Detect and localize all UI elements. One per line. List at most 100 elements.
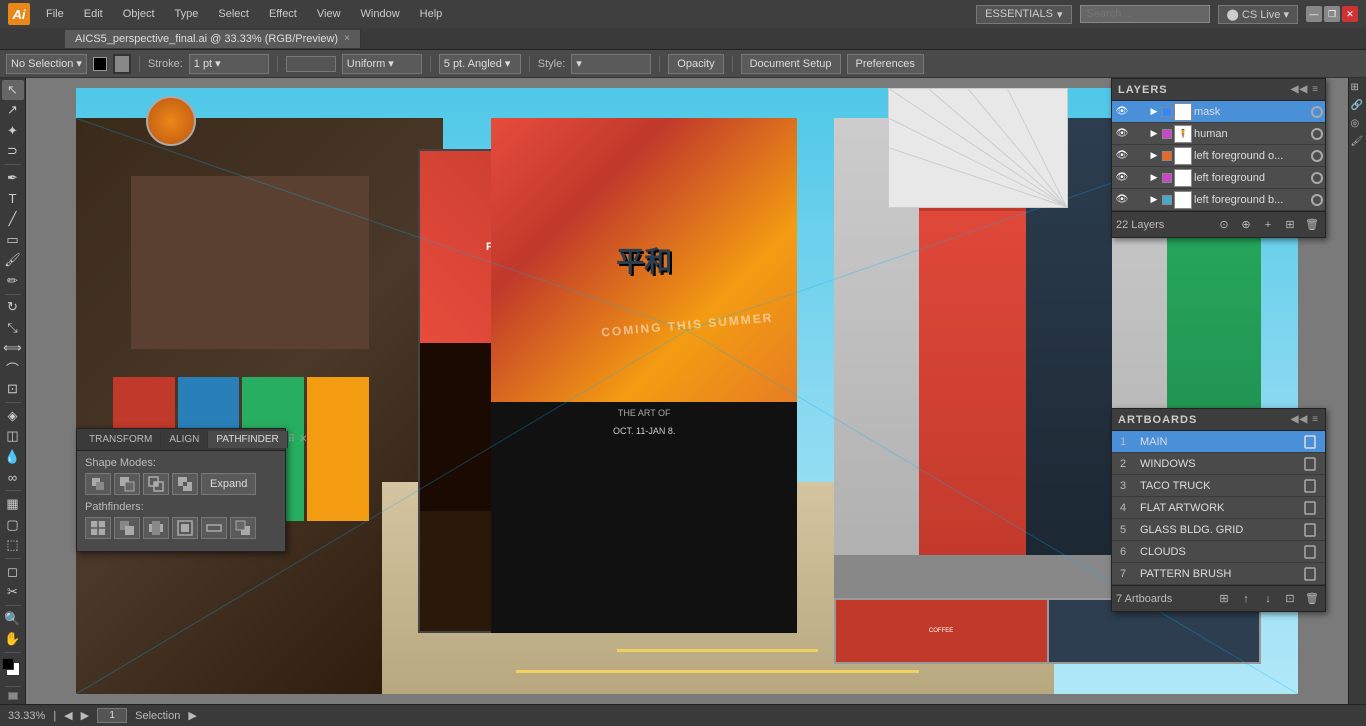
menu-view[interactable]: View [313, 6, 345, 22]
move-down-icon[interactable]: ↓ [1259, 590, 1277, 608]
restore-button[interactable]: ❐ [1324, 6, 1340, 22]
new-layer-icon[interactable]: ⊞ [1281, 216, 1299, 234]
layer-row-leftfg1[interactable]: 👁 ▶ left foreground o... [1112, 145, 1325, 167]
zoom-tool[interactable]: 🔍 [2, 609, 24, 629]
transform-panel-grip[interactable]: ⠿ [288, 434, 295, 445]
artboard-row-1[interactable]: 1 MAIN [1112, 431, 1325, 453]
style-dropdown[interactable]: ▾ [571, 54, 651, 74]
layer-row-human[interactable]: 👁 ▶ 🧍 human [1112, 123, 1325, 145]
pencil-tool[interactable]: ✏ [2, 271, 24, 291]
stroke-weight-dropdown[interactable]: 1 pt ▾ [189, 54, 269, 74]
layer-eye-icon[interactable]: 👁 [1114, 104, 1130, 120]
artboard-row-6[interactable]: 6 CLOUDS [1112, 541, 1325, 563]
menu-edit[interactable]: Edit [80, 6, 107, 22]
move-up-icon[interactable]: ↑ [1237, 590, 1255, 608]
shape-tool[interactable]: ▭ [2, 230, 24, 250]
artboard-row-4[interactable]: 4 FLAT ARTWORK [1112, 497, 1325, 519]
layer-expand-icon-4[interactable]: ▶ [1148, 172, 1160, 184]
exclude-btn[interactable] [172, 473, 198, 495]
paintbrush-tool[interactable]: 🖌 [2, 250, 24, 270]
intersect-btn[interactable] [143, 473, 169, 495]
canvas-area[interactable]: POST NO BILLS NEW ALBUM 平和 THE ART OF OC… [26, 78, 1348, 704]
menu-type[interactable]: Type [171, 6, 203, 22]
brushes-icon[interactable]: 🖌 [1351, 136, 1365, 150]
normal-screen-mode[interactable] [8, 692, 18, 700]
layer-expand-icon-5[interactable]: ▶ [1148, 194, 1160, 206]
page-number-input[interactable] [97, 708, 127, 723]
scissors-tool[interactable]: ✂ [2, 582, 24, 602]
artboard-row-7[interactable]: 7 PATTERN BRUSH [1112, 563, 1325, 585]
angled-dropdown[interactable]: 5 pt. Angled ▾ [439, 54, 521, 74]
document-tab[interactable]: AICS5_perspective_final.ai @ 33.33% (RGB… [65, 30, 361, 48]
crop-btn[interactable] [172, 517, 198, 539]
menu-effect[interactable]: Effect [265, 6, 301, 22]
panel-collapse-icon[interactable]: ◀◀ [1291, 84, 1308, 95]
panel-menu-btn[interactable]: ≡ [1312, 84, 1319, 95]
selection-dropdown[interactable]: No Selection ▾ [6, 54, 87, 74]
artboards-menu-btn[interactable]: ≡ [1312, 414, 1319, 425]
delete-artboard-icon[interactable]: 🗑 [1303, 590, 1321, 608]
layer-eye-icon-3[interactable]: 👁 [1114, 148, 1130, 164]
rotate-tool[interactable]: ↻ [2, 297, 24, 317]
layer-target-icon-4[interactable] [1311, 172, 1323, 184]
artboard-tool[interactable]: ▢ [2, 515, 24, 535]
close-button[interactable]: ✕ [1342, 6, 1358, 22]
divide-btn[interactable] [85, 517, 111, 539]
menu-select[interactable]: Select [214, 6, 253, 22]
direct-selection-tool[interactable]: ↗ [2, 101, 24, 121]
free-transform-tool[interactable]: ⊡ [2, 380, 24, 400]
shape-builder-tool[interactable]: ◈ [2, 406, 24, 426]
symbols-icon[interactable]: ◎ [1351, 118, 1365, 132]
menu-help[interactable]: Help [416, 6, 447, 22]
stroke-color-box[interactable] [113, 54, 131, 74]
preferences-button[interactable]: Preferences [847, 54, 924, 74]
layer-eye-icon-5[interactable]: 👁 [1114, 192, 1130, 208]
artboard-row-3[interactable]: 3 TACO TRUCK [1112, 475, 1325, 497]
minus-back-btn[interactable] [230, 517, 256, 539]
layer-target-icon-2[interactable] [1311, 128, 1323, 140]
minimize-button[interactable]: — [1306, 6, 1322, 22]
layer-target-icon-5[interactable] [1311, 194, 1323, 206]
fill-color-box[interactable] [93, 57, 107, 71]
essentials-button[interactable]: ESSENTIALS ▾ [976, 5, 1071, 24]
artboard-row-5[interactable]: 5 GLASS BLDG. GRID [1112, 519, 1325, 541]
mode-arrow-button[interactable]: ▶ [188, 709, 196, 722]
minus-front-btn[interactable] [114, 473, 140, 495]
type-tool[interactable]: T [2, 189, 24, 209]
locate-object-icon[interactable]: ⊙ [1215, 216, 1233, 234]
properties-icon[interactable]: ⊞ [1351, 82, 1365, 96]
artboard-options-icon[interactable]: ⊡ [1281, 590, 1299, 608]
blend-tool[interactable]: ∞ [2, 468, 24, 488]
tab-align[interactable]: ALIGN [161, 431, 208, 448]
selection-tool[interactable]: ↖ [2, 80, 24, 100]
document-setup-button[interactable]: Document Setup [741, 54, 841, 74]
layer-row-mask[interactable]: 👁 ▶ mask [1112, 101, 1325, 123]
hand-tool[interactable]: ✋ [2, 629, 24, 649]
transform-panel-close[interactable]: ✕ [299, 434, 307, 445]
tab-pathfinder[interactable]: PATHFINDER [208, 431, 287, 448]
outline-btn[interactable] [201, 517, 227, 539]
artboard-row-2[interactable]: 2 WINDOWS [1112, 453, 1325, 475]
layer-expand-icon[interactable]: ▶ [1148, 106, 1160, 118]
opacity-button[interactable]: Opacity [668, 54, 723, 74]
cslive-button[interactable]: ⬤ CS Live ▾ [1218, 5, 1299, 24]
slice-tool[interactable]: ⬚ [2, 535, 24, 555]
warp-tool[interactable]: ⌒ [2, 359, 24, 379]
artboards-collapse-icon[interactable]: ◀◀ [1291, 414, 1308, 425]
layer-target-icon-3[interactable] [1311, 150, 1323, 162]
layer-target-icon[interactable] [1311, 106, 1323, 118]
gradient-tool[interactable]: ◫ [2, 427, 24, 447]
layer-eye-icon-4[interactable]: 👁 [1114, 170, 1130, 186]
layer-expand-icon-3[interactable]: ▶ [1148, 150, 1160, 162]
layer-row-leftfg2[interactable]: 👁 ▶ left foreground [1112, 167, 1325, 189]
eyedropper-tool[interactable]: 💧 [2, 447, 24, 467]
prev-page-button[interactable]: ◀ [64, 709, 72, 722]
search-input[interactable] [1080, 5, 1210, 23]
new-artboard-icon[interactable]: ⊞ [1215, 590, 1233, 608]
layer-eye-icon-2[interactable]: 👁 [1114, 126, 1130, 142]
magic-wand-tool[interactable]: ✦ [2, 121, 24, 141]
lasso-tool[interactable]: ⊃ [2, 142, 24, 162]
line-tool[interactable]: ╱ [2, 209, 24, 229]
delete-layer-icon[interactable]: 🗑 [1303, 216, 1321, 234]
scale-tool[interactable]: ⤡ [2, 318, 24, 338]
